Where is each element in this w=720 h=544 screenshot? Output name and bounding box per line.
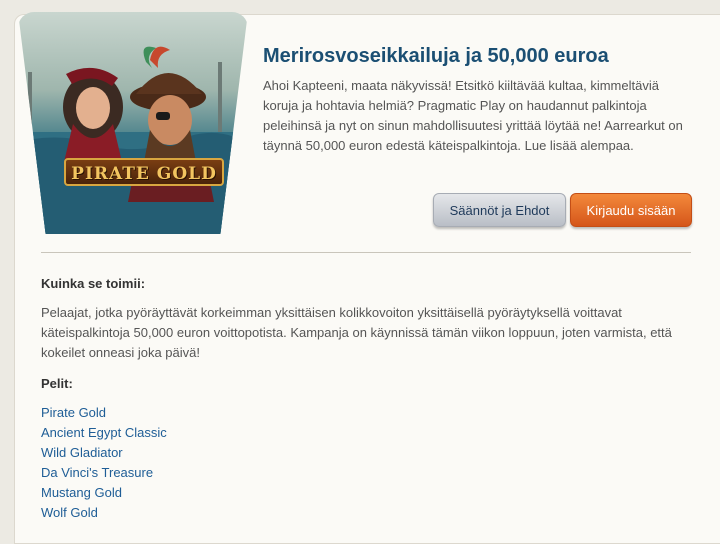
games-heading: Pelit:: [41, 376, 73, 391]
games-list: Pirate Gold Ancient Egypt Classic Wild G…: [41, 403, 167, 523]
pirate-gold-logo: PIRATE GOLD: [64, 158, 224, 186]
promo-title: Merirosvoseikkailuja ja 50,000 euroa: [263, 45, 609, 67]
pirate-artwork: [18, 46, 248, 234]
how-it-works-heading: Kuinka se toimii:: [41, 276, 146, 291]
terms-button[interactable]: Säännöt ja Ehdot: [433, 193, 566, 227]
list-item: Pirate Gold: [41, 403, 167, 423]
game-link-pirate-gold[interactable]: Pirate Gold: [41, 405, 106, 420]
game-link-da-vincis-treasure[interactable]: Da Vinci's Treasure: [41, 465, 153, 480]
list-item: Ancient Egypt Classic: [41, 423, 167, 443]
list-item: Wild Gladiator: [41, 443, 167, 463]
game-link-wolf-gold[interactable]: Wolf Gold: [41, 505, 98, 520]
list-item: Mustang Gold: [41, 483, 167, 503]
list-item: Da Vinci's Treasure: [41, 463, 167, 483]
game-link-wild-gladiator[interactable]: Wild Gladiator: [41, 445, 123, 460]
list-item: Wolf Gold: [41, 503, 167, 523]
how-it-works-text: Pelaajat, jotka pyöräyttävät korkeimman …: [41, 305, 672, 360]
promo-intro-text: Ahoi Kapteeni, maata näkyvissä! Etsitkö …: [263, 78, 683, 153]
game-link-mustang-gold[interactable]: Mustang Gold: [41, 485, 122, 500]
section-divider: [41, 252, 691, 253]
login-button[interactable]: Kirjaudu sisään: [570, 193, 692, 227]
pirate-gold-game-image[interactable]: PIRATE GOLD: [18, 12, 248, 234]
game-link-ancient-egypt-classic[interactable]: Ancient Egypt Classic: [41, 425, 167, 440]
